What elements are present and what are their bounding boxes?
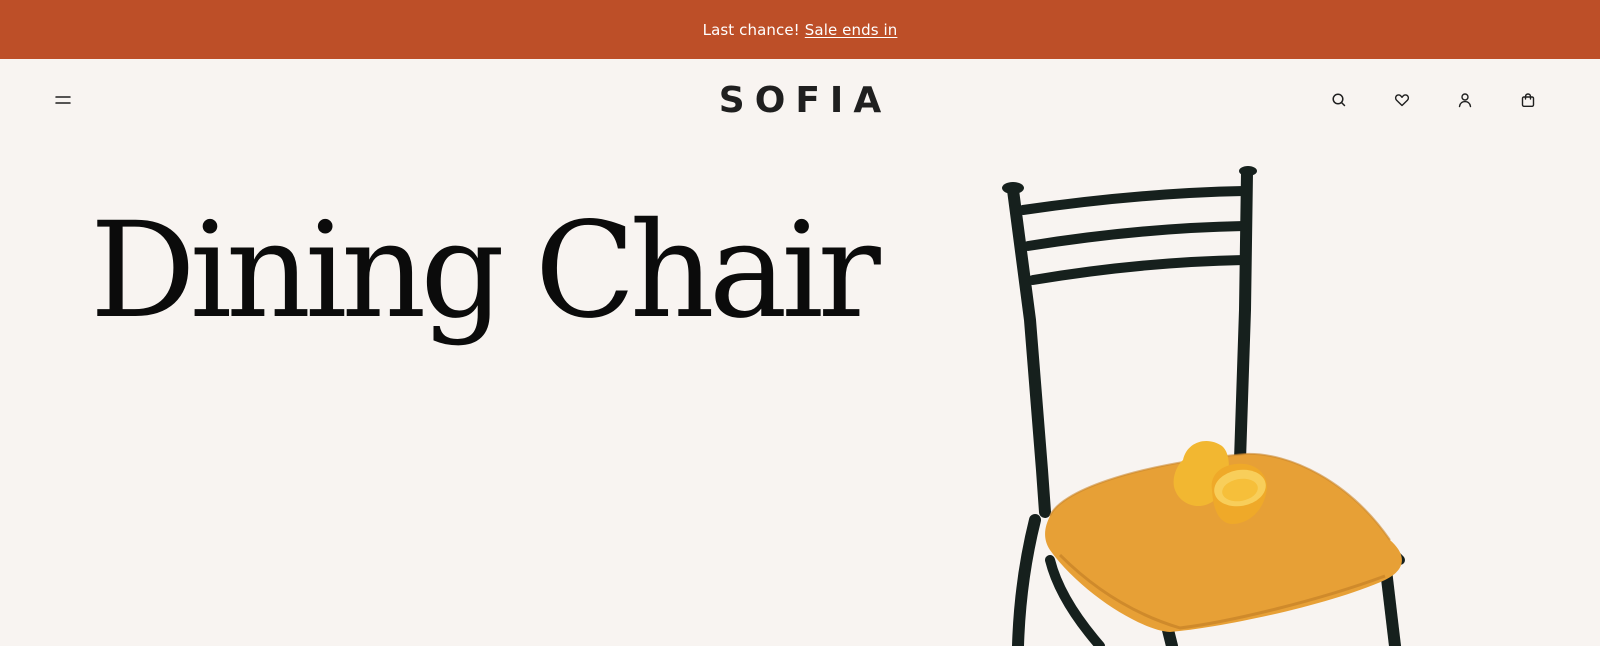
cart-button[interactable] — [1516, 88, 1540, 112]
heart-icon — [1394, 94, 1410, 107]
wishlist-button[interactable] — [1390, 88, 1414, 112]
chair-image — [1002, 166, 1405, 646]
user-icon — [1458, 93, 1472, 108]
hero-title: Dining Chair — [90, 194, 881, 348]
site-header: SOFIA — [0, 59, 1600, 143]
header-actions — [1327, 88, 1540, 112]
announcement-text: Last chance! — [702, 20, 800, 39]
account-button[interactable] — [1453, 88, 1477, 112]
announcement-bar: Last chance! Sale ends in — [0, 0, 1600, 59]
bag-icon — [1521, 93, 1535, 108]
search-button[interactable] — [1327, 88, 1351, 112]
search-icon — [1332, 93, 1346, 107]
site-logo[interactable]: SOFIA — [709, 80, 891, 121]
menu-icon — [55, 96, 71, 104]
menu-button[interactable] — [50, 87, 76, 113]
sale-link[interactable]: Sale ends in — [805, 21, 898, 39]
